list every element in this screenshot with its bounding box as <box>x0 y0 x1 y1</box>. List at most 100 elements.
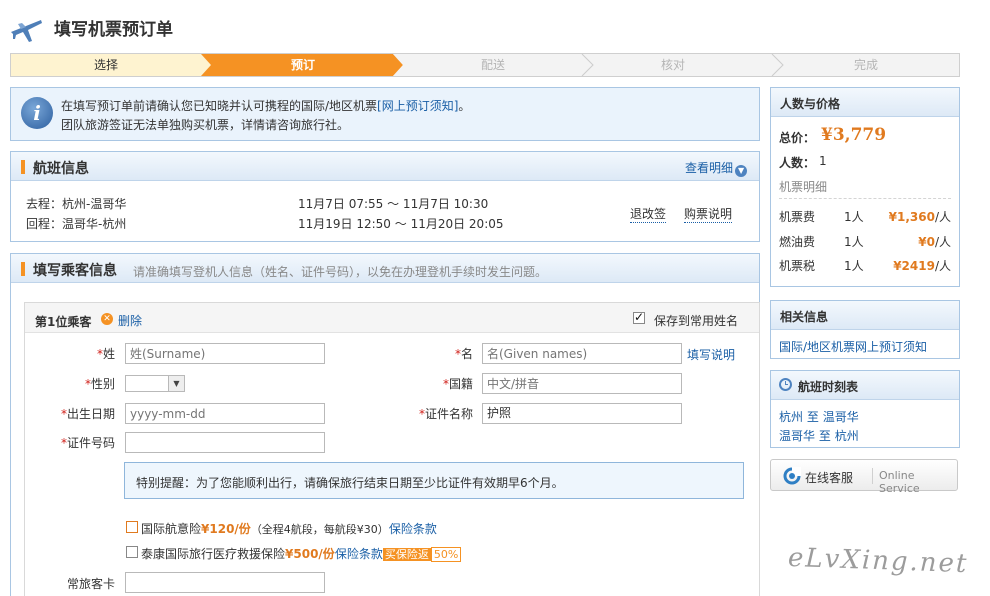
progress-steps: 选择 预订 配送 核对 完成 <box>10 53 960 77</box>
id-number-input[interactable] <box>125 432 325 453</box>
step-chevron <box>771 54 784 76</box>
return-time: 11月19日 12:50 ～ 11月20日 20:05 <box>298 217 504 231</box>
fee-price: ¥2419/人 <box>893 259 951 273</box>
accident-insurance-checkbox[interactable] <box>126 521 138 533</box>
fare-detail-label: 机票明细 <box>779 180 828 194</box>
chat-icon <box>783 467 801 485</box>
view-details-link[interactable]: 查看明细 ▼ <box>685 159 748 177</box>
id-type-select[interactable]: 护照 <box>482 403 682 424</box>
booking-notice-link[interactable]: 国际/地区机票网上预订须知 <box>779 338 927 355</box>
nationality-input[interactable] <box>482 373 682 394</box>
passenger-index: 第1位乘客 <box>35 315 92 329</box>
booking-notice: i 在填写预订单前请确认您已知晓并认可携程的国际/地区机票[网上预订须知]。 团… <box>10 87 760 141</box>
given-name-input[interactable] <box>482 343 682 364</box>
passenger-panel: 填写乘客信息 请准确填写登机人信息（姓名、证件号码），以免在办理登机手续时发生问… <box>10 253 760 596</box>
online-service-button[interactable]: 在线客服 Online Service <box>770 459 958 495</box>
dob-label: *出生日期 <box>60 407 115 421</box>
count-value: 1 <box>819 154 827 168</box>
page-title: 填写机票预订单 <box>54 20 173 40</box>
flight-schedule-panel: 航班时刻表 杭州 至 温哥华 温哥华 至 杭州 <box>770 370 960 448</box>
price-summary-header: 人数与价格 <box>771 88 959 117</box>
online-service-label: 在线客服 <box>805 471 854 485</box>
step-select: 选择 <box>11 54 201 76</box>
step-complete: 完成 <box>853 58 878 72</box>
passenger-title: 填写乘客信息 <box>33 263 117 279</box>
passenger-form: 第1位乘客 ✕ 删除 保存到常用姓名 *姓 *名 填写说明 *性别 ▼ *国籍 … <box>24 302 760 596</box>
passenger-header: 填写乘客信息 请准确填写登机人信息（姓名、证件号码），以免在办理登机手续时发生问… <box>11 254 759 283</box>
medical-insurance-label: 泰康国际旅行医疗救援保险¥500/份保险条款 买保险返 50% <box>141 545 462 562</box>
related-info-header: 相关信息 <box>771 301 959 330</box>
fee-name: 机票费 <box>779 210 816 224</box>
fill-guide-link[interactable]: 填写说明 <box>687 346 735 363</box>
fee-price: ¥1,360/人 <box>888 210 951 224</box>
passenger-form-header: 第1位乘客 ✕ 删除 保存到常用姓名 <box>25 303 759 333</box>
passenger-subtitle: 请准确填写登机人信息（姓名、证件号码），以免在办理登机手续时发生问题。 <box>133 265 548 279</box>
dob-input[interactable] <box>125 403 325 424</box>
save-to-favorites-label: 保存到常用姓名 <box>654 314 739 328</box>
price-summary-panel: 人数与价格 总价： ¥3,779 人数： 1 机票明细 机票费 1人 ¥1,36… <box>770 87 960 287</box>
divider <box>779 198 951 199</box>
airplane-icon <box>11 20 42 42</box>
nationality-label: *国籍 <box>442 377 473 391</box>
flight-info-title: 航班信息 <box>33 161 89 177</box>
flight-info-panel: 航班信息 查看明细 ▼ 去程：杭州-温哥华 11月7日 07:55 ～ 11月7日… <box>10 151 760 242</box>
medical-insurance-checkbox[interactable] <box>126 546 138 558</box>
frequent-flyer-input[interactable] <box>125 572 325 593</box>
delete-passenger-link[interactable]: 删除 <box>118 312 142 329</box>
cashback-percent: 50% <box>430 547 462 562</box>
flight-schedule-header: 航班时刻表 <box>771 371 959 400</box>
fee-name: 机票税 <box>779 259 816 273</box>
save-to-favorites-checkbox[interactable] <box>633 310 645 324</box>
schedule-route-link[interactable]: 杭州 至 温哥华 <box>779 408 859 425</box>
fee-qty: 1人 <box>844 210 864 224</box>
accident-insurance-label: 国际航意险¥120/份（全程4航段，每航段¥30）保险条款 <box>141 522 437 536</box>
related-info-panel: 相关信息 国际/地区机票网上预订须知 <box>770 300 960 359</box>
step-delivery: 配送 <box>480 58 505 72</box>
return-route: 回程：温哥华-杭州 <box>26 217 127 231</box>
divider <box>872 468 873 484</box>
section-marker <box>21 160 25 174</box>
step-book: 预订 <box>213 54 393 76</box>
outbound-route: 去程：杭州-温哥华 <box>26 197 127 211</box>
step-chevron <box>391 54 407 76</box>
dropdown-arrow-icon: ▼ <box>168 376 184 391</box>
total-price: ¥3,779 <box>821 125 887 145</box>
gender-select[interactable]: ▼ <box>125 375 185 392</box>
price-summary-title: 人数与价格 <box>780 97 841 111</box>
expand-icon: ▼ <box>735 165 748 177</box>
refund-change-link[interactable]: 退改签 <box>630 205 667 223</box>
ticket-info-link[interactable]: 购票说明 <box>684 205 733 223</box>
schedule-route-link[interactable]: 温哥华 至 杭州 <box>779 427 859 444</box>
clock-icon <box>779 378 792 391</box>
info-icon: i <box>21 97 53 129</box>
accident-insurance-terms-link[interactable]: 保险条款 <box>389 522 437 536</box>
medical-insurance-terms-link[interactable]: 保险条款 <box>335 547 383 561</box>
passport-tip: 特别提醒：为了您能顺利出行，请确保旅行结束日期至少比证件有效期早6个月。 <box>124 462 744 499</box>
total-label: 总价： <box>779 131 816 145</box>
fee-qty: 1人 <box>844 259 864 273</box>
related-info-title: 相关信息 <box>780 310 829 324</box>
delete-icon[interactable]: ✕ <box>101 313 113 325</box>
fee-name: 燃油费 <box>779 235 816 249</box>
frequent-flyer-label: 常旅客卡 <box>66 577 115 591</box>
surname-label: *姓 <box>96 347 115 361</box>
given-name-label: *名 <box>454 347 473 361</box>
booking-terms-link[interactable]: [网上预订须知] <box>377 99 458 113</box>
id-type-label: *证件名称 <box>418 407 473 421</box>
gender-label: *性别 <box>84 377 115 391</box>
flight-info-header: 航班信息 查看明细 ▼ <box>11 152 759 181</box>
surname-input[interactable] <box>125 343 325 364</box>
step-chevron <box>199 54 213 76</box>
fee-qty: 1人 <box>844 235 864 249</box>
step-chevron <box>581 54 594 76</box>
online-service-label-en: Online Service <box>879 469 920 495</box>
outbound-time: 11月7日 07:55 ～ 11月7日 10:30 <box>298 197 489 211</box>
fee-price: ¥0/人 <box>918 235 951 249</box>
count-label: 人数： <box>779 156 816 170</box>
step-verify: 核对 <box>660 58 685 72</box>
cashback-badge: 买保险返 <box>382 548 431 561</box>
notice-text: 在填写预订单前请确认您已知晓并认可携程的国际/地区机票[网上预订须知]。 团队旅… <box>61 99 471 132</box>
id-number-label: *证件号码 <box>60 436 115 450</box>
section-marker <box>21 262 25 276</box>
site-watermark: eLvXing.net <box>787 542 969 580</box>
